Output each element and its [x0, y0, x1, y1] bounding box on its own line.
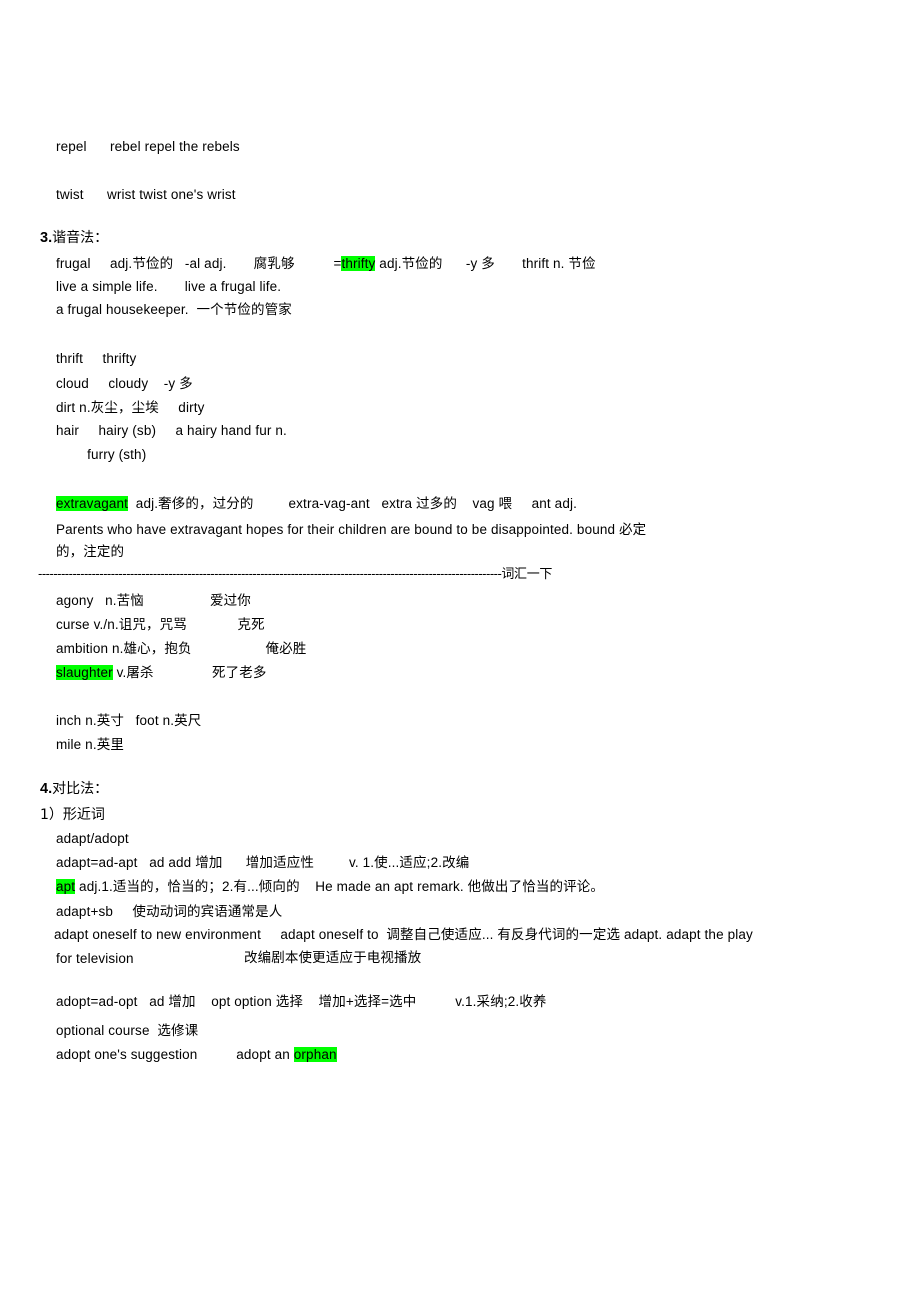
separator-dashes: ----------------------------------------…	[38, 566, 502, 581]
line-extravagant-sentence: Parents who have extravagant hopes for t…	[56, 522, 647, 537]
section-separator: ----------------------------------------…	[38, 566, 552, 583]
line-agony: agony n.苦恼 爱过你	[56, 593, 251, 608]
line-furry: furry (sth)	[56, 447, 147, 462]
heading-4-contrast-method: 4.对比法：	[40, 779, 108, 798]
line-adapt-breakdown: adapt=ad-apt ad add 增加 增加适应性 v. 1.使...适应…	[56, 855, 470, 870]
highlight-orphan: orphan	[293, 1047, 337, 1062]
line-for-television-translation: 改编剧本使更适应于电视播放	[244, 950, 422, 966]
line-apt-definition: apt adj.1.适当的，恰当的；2.有...倾向的 He made an a…	[56, 878, 604, 895]
document-page: repel rebel repel the rebels twist wrist…	[0, 0, 920, 1300]
heading-3-label: 谐音法：	[52, 230, 109, 246]
highlight-apt: apt	[56, 879, 76, 894]
line-ambition: ambition n.雄心，抱负 俺必胜	[56, 641, 307, 656]
line-curse: curse v./n.诅咒，咒骂 克死	[56, 617, 265, 632]
heading-4-number: 4.	[40, 781, 53, 797]
line-twist: twist wrist twist one's wrist	[56, 187, 236, 202]
line-thrift: thrift thrifty	[56, 351, 137, 366]
separator-label: 词汇一下	[501, 567, 553, 582]
extravagant-rest: adj.奢侈的，过分的 extra-vag-ant extra 过多的 vag …	[128, 496, 577, 511]
frugal-part-1: frugal adj.节俭的 -al adj. 腐乳够 =	[56, 256, 342, 271]
adopt-suggestion-text: adopt one's suggestion adopt an	[56, 1047, 294, 1062]
line-frugal-example-2: a frugal housekeeper. 一个节俭的管家	[56, 302, 292, 317]
apt-rest: adj.1.适当的，恰当的；2.有...倾向的 He made an apt r…	[75, 879, 605, 894]
highlight-slaughter: slaughter	[56, 665, 113, 680]
heading-4-label: 对比法：	[52, 781, 109, 797]
line-cloud: cloud cloudy -y 多	[56, 376, 193, 391]
line-frugal-example-1: live a simple life. live a frugal life.	[56, 279, 282, 294]
line-bound-translation: 的，注定的	[56, 544, 125, 559]
highlight-extravagant: extravagant	[56, 496, 129, 511]
line-adopt-suggestion: adopt one's suggestion adopt an orphan	[56, 1046, 337, 1063]
line-dirt: dirt n.灰尘，尘埃 dirty	[56, 400, 205, 415]
line-adapt-plus-sb: adapt+sb 使动动词的宾语通常是人	[56, 904, 283, 919]
line-adapt-oneself: adapt oneself to new environment adapt o…	[54, 927, 753, 942]
line-adapt-adopt-pair: adapt/adopt	[56, 831, 129, 846]
line-adopt-breakdown: adopt=ad-opt ad 增加 opt option 选择 增加+选择=选…	[56, 994, 547, 1009]
heading-3-harmonic-method: 3.谐音法：	[40, 228, 108, 247]
line-extravagant-definition: extravagant adj.奢侈的，过分的 extra-vag-ant ex…	[56, 495, 577, 512]
subheading-1-similar-words: 1）形近词	[40, 805, 105, 824]
line-hair: hair hairy (sb) a hairy hand fur n.	[56, 423, 287, 438]
heading-3-number: 3.	[40, 230, 53, 246]
highlight-thrifty: thrifty	[341, 256, 376, 271]
subheading-1-label: 1）形近词	[40, 807, 105, 823]
line-slaughter: slaughter v.屠杀 死了老多	[56, 664, 267, 681]
line-mile: mile n.英里	[56, 737, 124, 752]
line-for-television: for television	[56, 951, 134, 966]
line-inch-foot: inch n.英寸 foot n.英尺	[56, 713, 202, 728]
line-optional-course: optional course 选修课	[56, 1023, 199, 1038]
frugal-part-2: adj.节俭的 -y 多 thrift n. 节俭	[375, 256, 596, 271]
line-repel: repel rebel repel the rebels	[56, 139, 240, 154]
line-frugal-definition: frugal adj.节俭的 -al adj. 腐乳够 =thrifty adj…	[56, 255, 596, 272]
slaughter-rest: v.屠杀 死了老多	[112, 665, 267, 680]
